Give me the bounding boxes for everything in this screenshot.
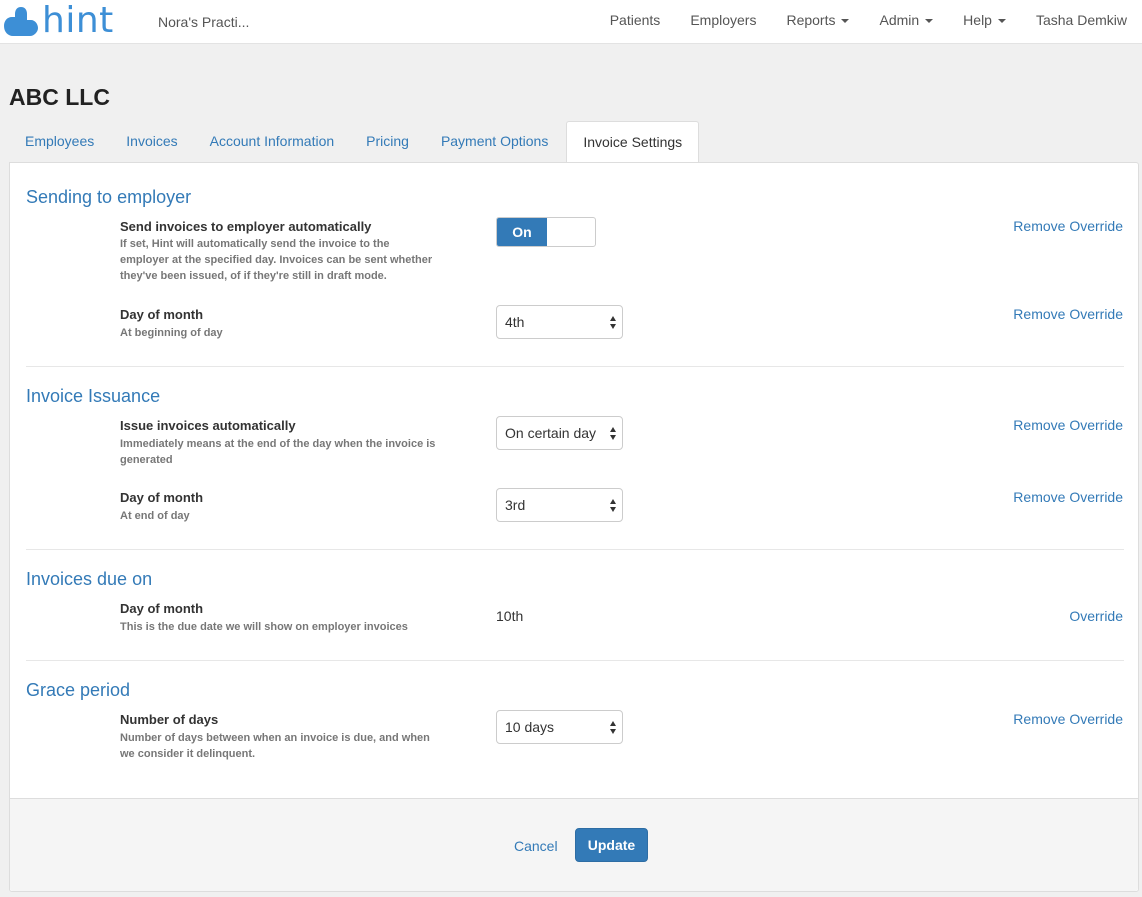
top-navbar: hint Nora's Practi... Patients Employers…: [0, 0, 1142, 44]
section-title-grace: Grace period: [26, 680, 131, 700]
select-arrows-icon: [610, 427, 618, 441]
settings-panel: Sending to employer Send invoices to emp…: [9, 162, 1139, 892]
setting-label-auto-send: Send invoices to employer automatically: [120, 219, 372, 234]
divider: [26, 366, 1124, 367]
panel-footer: [10, 798, 1138, 891]
brand-logo[interactable]: hint: [4, 1, 114, 41]
nav-menu: Patients Employers Reports Admin Help Ta…: [595, 0, 1142, 44]
tab-bar: Employees Invoices Account Information P…: [9, 121, 700, 163]
setting-help-due-day: This is the due date we will show on emp…: [120, 621, 408, 633]
nav-help[interactable]: Help: [948, 0, 1021, 44]
setting-label-issue-day: Day of month: [120, 490, 204, 505]
tab-pricing[interactable]: Pricing: [350, 121, 425, 162]
tab-payment-options[interactable]: Payment Options: [425, 121, 564, 162]
select-arrows-icon: [610, 499, 618, 513]
nav-user[interactable]: Tasha Demkiw: [1021, 0, 1142, 44]
setting-label-send-day: Day of month: [120, 307, 204, 322]
update-button[interactable]: Update: [575, 828, 648, 862]
tab-account-information[interactable]: Account Information: [194, 121, 351, 162]
nav-admin[interactable]: Admin: [864, 0, 948, 44]
caret-down-icon: [925, 19, 934, 24]
issue-auto-select[interactable]: On certain day: [496, 416, 623, 450]
override-due-day[interactable]: Override: [1069, 608, 1123, 624]
issue-day-select[interactable]: 3rd: [496, 488, 623, 522]
nav-patients[interactable]: Patients: [595, 0, 676, 44]
setting-label-grace-days: Number of days: [120, 712, 219, 727]
page-title: ABC LLC: [9, 84, 110, 110]
remove-override-issue-day[interactable]: Remove Override: [1013, 489, 1123, 505]
setting-help-auto-send: If set, Hint will automatically send the…: [120, 238, 433, 282]
remove-override-issue-auto[interactable]: Remove Override: [1013, 417, 1123, 433]
toggle-on-label: On: [497, 218, 547, 246]
caret-down-icon: [997, 19, 1006, 24]
divider: [26, 549, 1124, 550]
section-title-sending: Sending to employer: [26, 187, 192, 207]
hint-logo-icon: [4, 7, 38, 36]
section-title-due: Invoices due on: [26, 569, 153, 589]
practice-switcher[interactable]: Nora's Practi...: [158, 14, 249, 30]
tab-employees[interactable]: Employees: [9, 121, 110, 162]
section-title-issuance: Invoice Issuance: [26, 386, 161, 406]
remove-override-send-day[interactable]: Remove Override: [1013, 306, 1123, 322]
setting-help-send-day: At beginning of day: [120, 327, 223, 339]
tab-invoice-settings[interactable]: Invoice Settings: [566, 121, 700, 163]
setting-help-issue-auto: Immediately means at the end of the day …: [120, 438, 436, 466]
cancel-button[interactable]: Cancel: [514, 838, 558, 854]
setting-help-issue-day: At end of day: [120, 510, 190, 522]
select-arrows-icon: [610, 721, 618, 735]
setting-help-grace-days: Number of days between when an invoice i…: [120, 732, 430, 760]
divider: [26, 660, 1124, 661]
nav-employers[interactable]: Employers: [675, 0, 771, 44]
setting-label-issue-auto: Issue invoices automatically: [120, 418, 296, 433]
setting-label-due-day: Day of month: [120, 601, 204, 616]
remove-override-grace-days[interactable]: Remove Override: [1013, 711, 1123, 727]
nav-reports[interactable]: Reports: [771, 0, 864, 44]
send-day-select[interactable]: 4th: [496, 305, 623, 339]
caret-down-icon: [841, 19, 850, 24]
remove-override-auto-send[interactable]: Remove Override: [1013, 218, 1123, 234]
auto-send-toggle[interactable]: On: [496, 217, 596, 247]
grace-days-select[interactable]: 10 days: [496, 710, 623, 744]
tab-invoices[interactable]: Invoices: [110, 121, 193, 162]
brand-name: hint: [42, 0, 114, 41]
due-day-value: 10th: [496, 608, 524, 624]
select-arrows-icon: [610, 316, 618, 330]
